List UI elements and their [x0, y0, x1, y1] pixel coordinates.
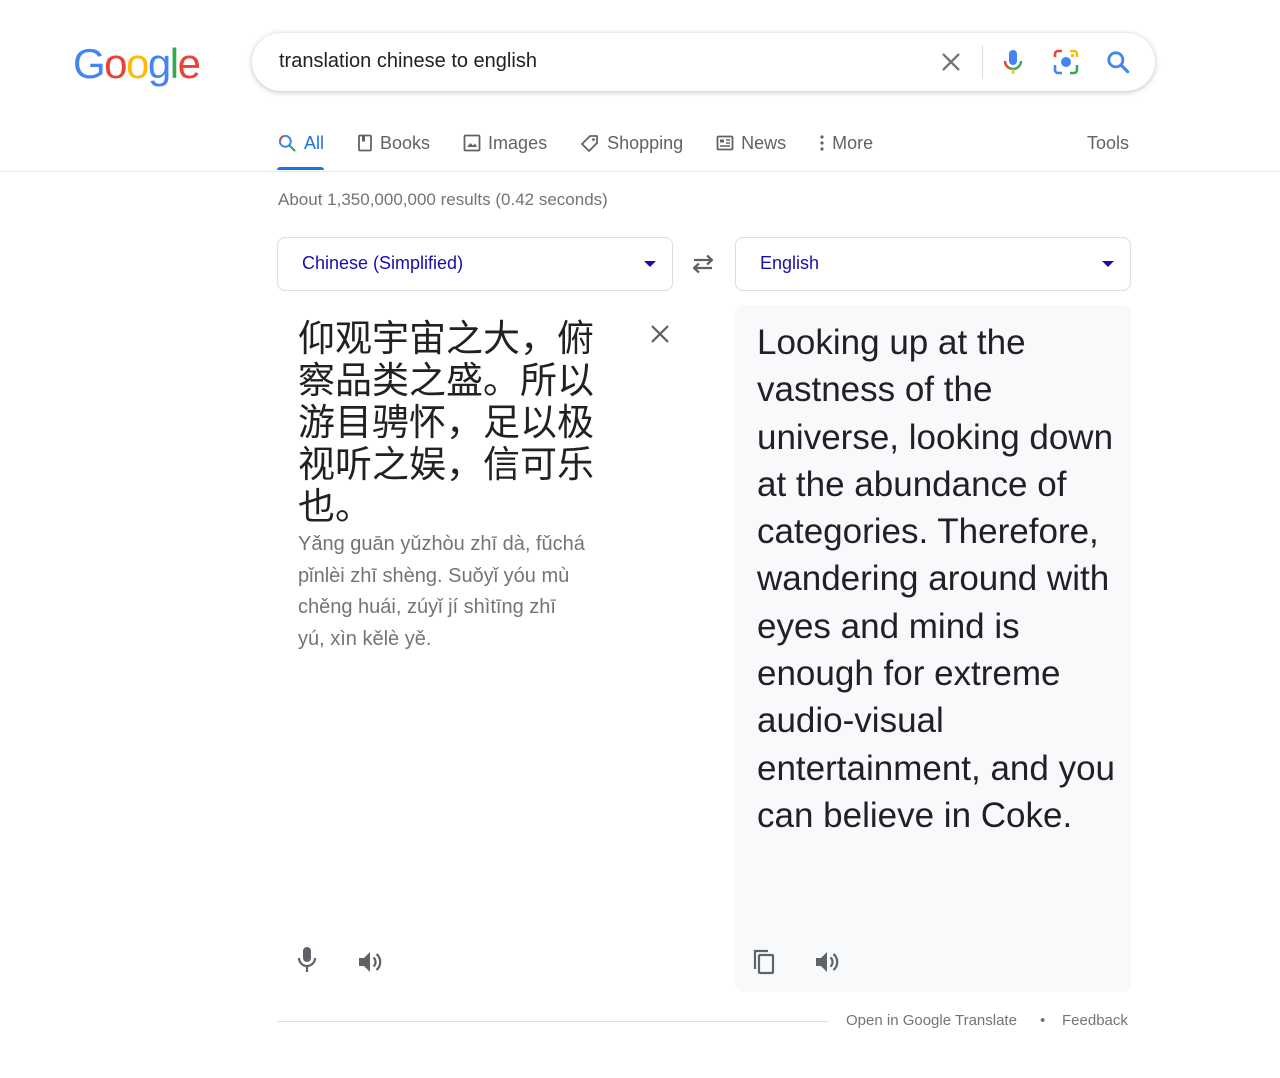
image-icon: [463, 134, 481, 152]
close-icon[interactable]: [646, 320, 674, 348]
logo-letter: l: [169, 40, 179, 87]
tab-more[interactable]: More: [819, 126, 873, 160]
romanization-text: Yǎng guān yǔzhòu zhī dà, fǔchá pǐnlèi zh…: [298, 533, 585, 650]
search-input[interactable]: translation chinese to english: [279, 50, 537, 73]
swap-arrows-icon: [692, 254, 714, 274]
search-icon: [278, 134, 296, 152]
search-box[interactable]: translation chinese to english: [252, 33, 1155, 91]
tools-button[interactable]: Tools: [1087, 133, 1129, 154]
search-divider: [982, 45, 983, 79]
target-language-label: English: [760, 253, 820, 273]
tab-shopping[interactable]: Shopping: [580, 126, 683, 160]
logo-letter: G: [73, 40, 106, 87]
chevron-down-icon: [1102, 261, 1114, 267]
tab-label: News: [741, 132, 787, 153]
source-textarea[interactable]: 仰观宇宙之大，俯察品类之盛。所以游目骋怀，足以极视听之娱，信可乐也。: [298, 318, 628, 528]
translation-output-panel: Looking up at the vastness of the univer…: [735, 305, 1131, 992]
footer-divider: [277, 1021, 828, 1022]
tab-news[interactable]: News: [716, 126, 786, 160]
open-in-google-translate-link[interactable]: Open in Google Translate: [846, 1012, 1017, 1029]
logo-letter: o: [126, 40, 149, 87]
tab-books[interactable]: Books: [357, 126, 430, 160]
chevron-down-icon: [644, 261, 656, 267]
newspaper-icon: [716, 135, 734, 151]
tab-label: Shopping: [607, 132, 684, 153]
search-icon[interactable]: [1103, 47, 1133, 77]
header-divider: [0, 171, 1280, 172]
tab-label: All: [304, 132, 325, 153]
source-language-label: Chinese (Simplified): [302, 253, 464, 273]
tab-images[interactable]: Images: [463, 126, 547, 160]
search-tabs: All Books Images Shopping News More: [277, 126, 906, 172]
tab-label: More: [832, 132, 874, 153]
book-icon: [358, 134, 372, 152]
logo-letter: e: [177, 40, 201, 87]
microphone-icon[interactable]: [289, 942, 325, 978]
tab-all[interactable]: All: [277, 126, 325, 170]
translated-text: Looking up at the vastness of the univer…: [757, 323, 1116, 835]
feedback-link[interactable]: Feedback: [1062, 1012, 1128, 1029]
target-language-select[interactable]: English: [735, 237, 1131, 291]
tab-label: Images: [488, 132, 548, 153]
tab-label: Books: [380, 132, 431, 153]
close-icon[interactable]: [936, 47, 966, 77]
speaker-icon[interactable]: [809, 944, 845, 980]
microphone-icon[interactable]: [998, 47, 1028, 77]
speaker-icon[interactable]: [352, 944, 388, 980]
logo-letter: g: [147, 40, 171, 87]
swap-languages-button[interactable]: [687, 250, 719, 278]
tag-icon: [581, 135, 598, 152]
result-stats: About 1,350,000,000 results (0.42 second…: [278, 190, 608, 209]
kebab-icon: [820, 135, 824, 151]
footer-separator: •: [1040, 1012, 1046, 1029]
source-language-select[interactable]: Chinese (Simplified): [277, 237, 673, 291]
logo-letter: o: [104, 40, 127, 87]
google-logo[interactable]: Google: [73, 40, 201, 88]
camera-lens-icon[interactable]: [1051, 47, 1081, 77]
copy-icon[interactable]: [746, 944, 782, 980]
